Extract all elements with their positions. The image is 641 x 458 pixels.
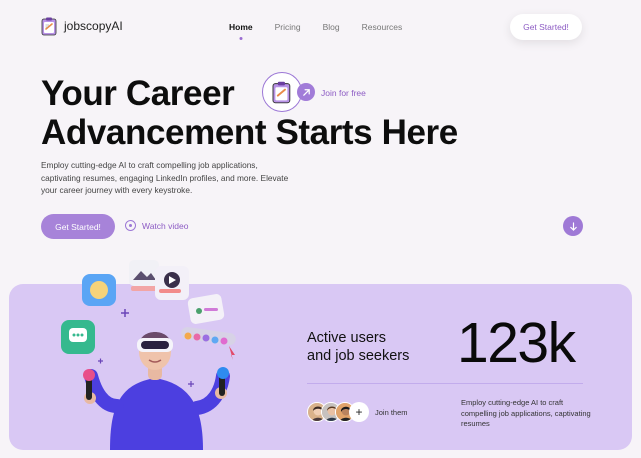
arrow-up-right-icon[interactable] — [297, 83, 315, 101]
person-illustration — [61, 260, 236, 450]
play-circle-icon — [125, 220, 136, 231]
plus-icon[interactable]: + — [349, 402, 369, 422]
get-started-button[interactable]: Get Started! — [41, 214, 115, 239]
nav-pricing[interactable]: Pricing — [275, 22, 301, 32]
get-started-nav-button[interactable]: Get Started! — [510, 14, 582, 40]
nav-home[interactable]: Home — [229, 22, 253, 32]
clipboard-badge[interactable] — [262, 72, 302, 112]
logo-icon — [41, 17, 57, 36]
title-line-2: Advancement Starts Here — [41, 113, 458, 152]
watch-video-label: Watch video — [142, 220, 189, 231]
avatar-group[interactable]: + — [307, 402, 369, 422]
title-line-1: Your Career — [41, 74, 235, 113]
stat-label-line-1: Active users — [307, 330, 386, 346]
main-nav: Home Pricing Blog Resources — [229, 22, 402, 32]
arrow-down-icon[interactable] — [563, 216, 583, 236]
brand-name: jobscopyAI — [64, 19, 123, 33]
nav-blog[interactable]: Blog — [323, 22, 340, 32]
join-them-link[interactable]: Join them — [375, 408, 408, 417]
stat-number: 123k — [457, 311, 576, 375]
stat-label-line-2: and job seekers — [307, 348, 410, 364]
stat-label: Active users and job seekers — [307, 329, 409, 365]
nav-resources[interactable]: Resources — [362, 22, 403, 32]
logo[interactable]: jobscopyAI — [41, 16, 123, 36]
divider — [307, 383, 583, 384]
join-for-free-link[interactable]: Join for free — [321, 88, 366, 98]
hero-description: Employ cutting-edge AI to craft compelli… — [41, 160, 289, 195]
page-title: Your Career Advancement Starts Here — [41, 74, 458, 152]
clipboard-icon — [272, 81, 291, 104]
stats-description: Employ cutting-edge AI to craft compelli… — [461, 398, 591, 428]
watch-video-link[interactable]: Watch video — [125, 220, 188, 231]
